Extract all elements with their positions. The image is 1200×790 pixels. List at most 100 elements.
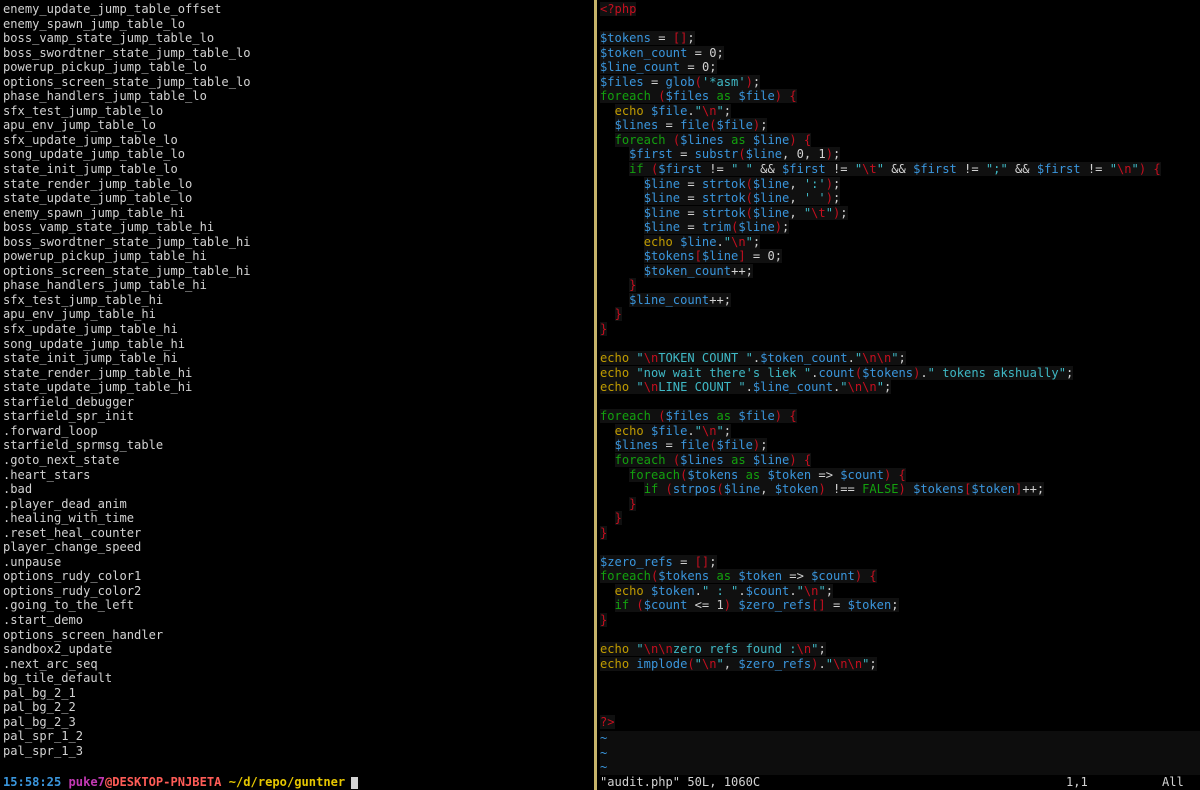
code-line: $line = strtok($line, "\t"); <box>600 205 1161 221</box>
code-token: as <box>731 452 746 467</box>
code-line: foreach ($lines as $line) { <box>600 452 1161 468</box>
code-token: foreach <box>614 132 666 147</box>
terminal-output-line: sfx_update_jump_table_hi <box>3 322 178 337</box>
code-token: . <box>920 365 928 380</box>
code-token: \n <box>796 642 812 657</box>
code-token: \n <box>1116 162 1132 177</box>
terminal-output-line: boss_swordtner_state_jump_table_lo <box>3 45 251 60</box>
code-token: $line_count <box>600 60 681 75</box>
code-token: = <box>680 60 702 75</box>
code-token: if <box>629 162 644 177</box>
code-token: " <box>723 234 732 249</box>
code-token: $file <box>716 118 753 133</box>
code-token: ( <box>709 438 717 453</box>
code-token: ( <box>745 191 753 206</box>
code-line: $zero_refs = []; <box>600 554 1161 570</box>
code-token: $line <box>738 220 775 235</box>
code-token: ) <box>774 409 783 424</box>
code-token: ; <box>782 220 790 235</box>
code-token <box>709 569 717 584</box>
code-token: " <box>876 380 884 395</box>
code-token <box>665 132 673 147</box>
code-token: $file <box>650 103 688 118</box>
code-line: foreach ($lines as $line) { <box>600 132 1161 148</box>
code-token: [] <box>811 598 826 613</box>
code-token: [] <box>672 31 688 46</box>
code-token: 0 <box>709 45 717 60</box>
code-line: echo $file."\n"; <box>600 423 1161 439</box>
terminal-output-line: sfx_test_jump_table_hi <box>3 292 164 307</box>
code-token: $file <box>716 438 753 453</box>
code-token: [ <box>694 249 702 264</box>
code-token: $line <box>752 205 790 220</box>
shell-prompt[interactable]: 15:58:25 puke7@DESKTOP-PNJBETA ~/d/repo/… <box>3 775 359 790</box>
code-token: { <box>803 132 812 147</box>
terminal-output-line: state_render_jump_table_hi <box>3 365 193 380</box>
tilde-line: ~ <box>600 731 1200 746</box>
code-token: $line <box>643 191 681 206</box>
code-token: $first <box>1036 162 1081 177</box>
code-token: $token <box>767 467 812 482</box>
code-token: [] <box>694 554 710 569</box>
code-line: foreach($tokens as $token => $count) { <box>600 467 1161 483</box>
code-token: \n <box>643 351 659 366</box>
code-token: { <box>789 409 797 424</box>
code-buffer[interactable]: <?php $tokens = []; $token_count = 0; $line… <box>600 2 1161 729</box>
code-line: $line = strtok($line, ' '); <box>600 191 1161 206</box>
code-token: ; <box>818 642 826 657</box>
code-token: echo <box>600 656 630 671</box>
terminal-output-line: boss_vamp_state_jump_table_lo <box>3 31 215 46</box>
code-token <box>672 234 681 249</box>
code-token: echo <box>600 642 630 657</box>
code-token <box>745 452 753 467</box>
code-token: { <box>1153 162 1161 177</box>
code-line: $token_count = 0; <box>600 45 1161 61</box>
code-token: $count <box>643 598 688 613</box>
code-token: file <box>680 438 710 453</box>
code-token: ( <box>738 147 746 162</box>
terminal-output-line: enemy_spawn_jump_table_lo <box>3 16 186 31</box>
code-token: \t <box>862 162 877 177</box>
code-token: " <box>745 234 753 249</box>
code-token: " <box>716 103 724 118</box>
code-token: $line <box>745 147 783 162</box>
code-token: { <box>803 452 812 467</box>
code-token: ) <box>789 132 797 147</box>
code-token: => <box>811 467 841 482</box>
code-token: " <box>636 380 644 395</box>
code-token: = <box>658 118 681 133</box>
code-line: echo $token." : ".$count."\n"; <box>600 583 1161 599</box>
terminal-left-pane[interactable]: enemy_update_jump_table_offset enemy_spaw… <box>0 0 594 790</box>
terminal-output-line: song_update_jump_table_hi <box>3 336 186 351</box>
code-token: ; <box>760 118 768 133</box>
code-token: = <box>680 191 702 206</box>
terminal-output-line: apu_env_jump_table_lo <box>3 118 156 133</box>
code-line: $line = trim($line); <box>600 220 1161 235</box>
vim-editor-pane[interactable]: <?php $tokens = []; $token_count = 0; $line… <box>597 0 1200 790</box>
terminal-output-line: options_rudy_color1 <box>3 569 142 584</box>
code-token: foreach <box>629 467 681 482</box>
code-token: { <box>789 89 797 104</box>
code-token: = <box>672 554 695 569</box>
code-token: echo <box>600 351 630 366</box>
terminal-output-line: pal_spr_1_2 <box>3 729 84 744</box>
code-token: <= 1 <box>687 598 724 613</box>
code-token <box>723 452 732 467</box>
code-token: " <box>1131 162 1139 177</box>
code-token: ; <box>891 598 899 613</box>
code-token: " <box>1109 162 1117 177</box>
code-token: $tokens <box>687 467 739 482</box>
code-token: $token <box>847 598 892 613</box>
code-token: " <box>840 380 848 395</box>
code-token: ; <box>833 147 841 162</box>
terminal-output-line: sandbox2_update <box>3 642 113 657</box>
code-token: if <box>614 598 630 613</box>
code-token: \n <box>731 234 746 249</box>
terminal-output-line: sfx_test_jump_table_lo <box>3 103 164 118</box>
